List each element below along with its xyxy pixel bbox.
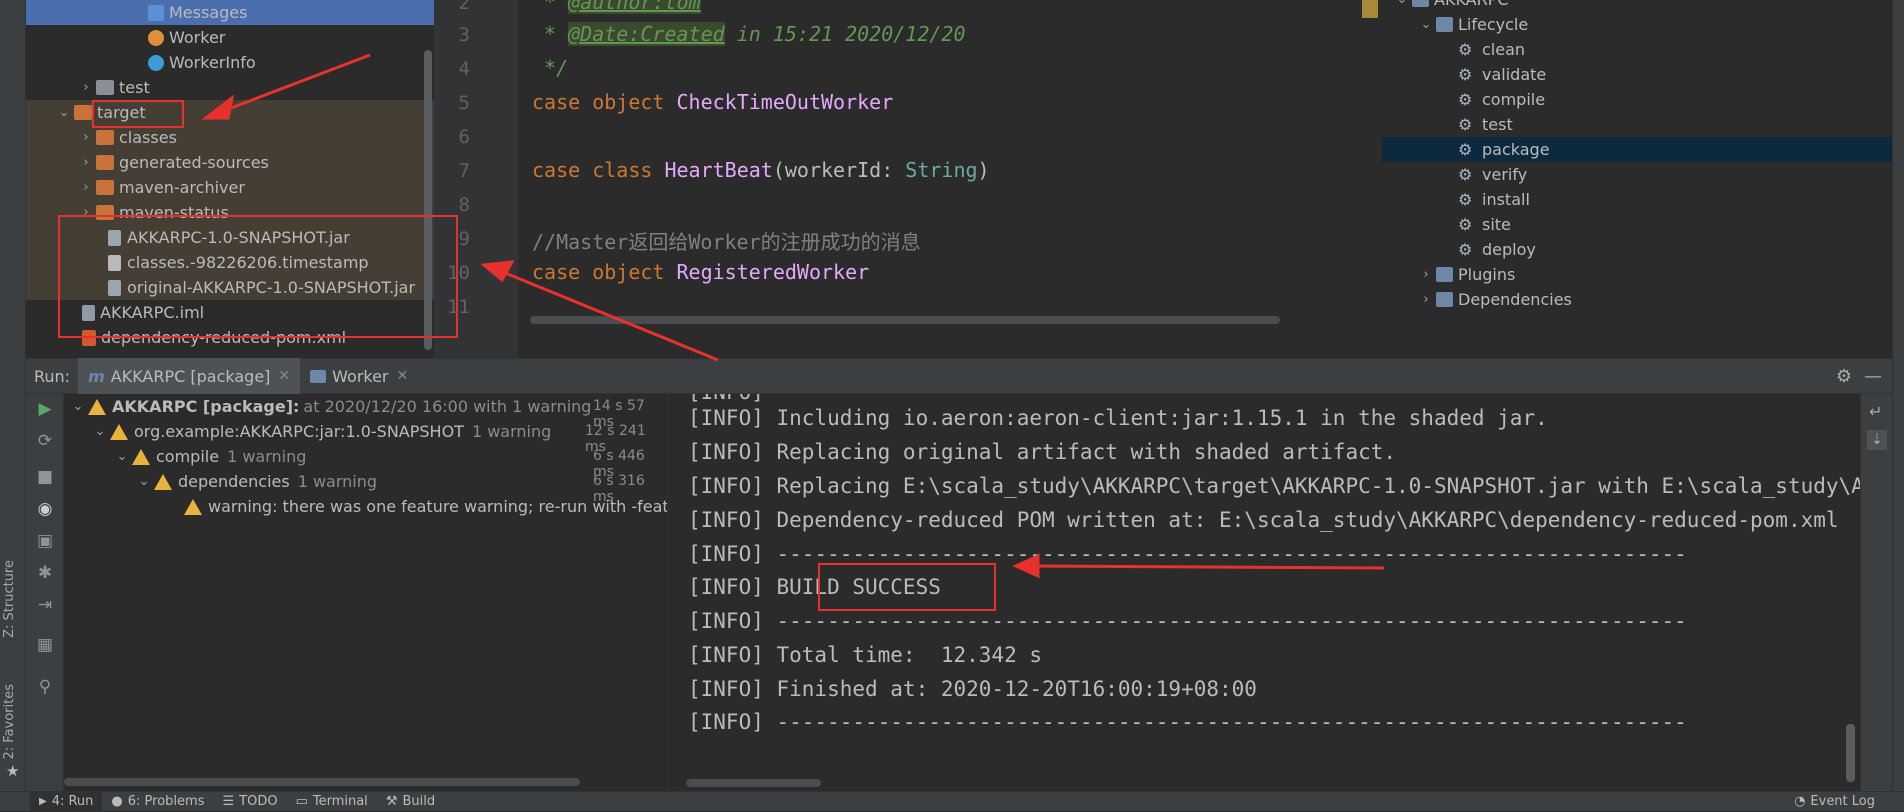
arrow-line-target — [217, 53, 371, 115]
arrow-line-build-success — [1029, 564, 1385, 570]
arrow-head-jars — [480, 260, 515, 283]
annotation-arrows — [201, 53, 1385, 579]
arrow-head-target — [201, 94, 235, 120]
arrow-line-jars — [497, 268, 719, 362]
arrow-head-build-success — [1012, 553, 1040, 579]
